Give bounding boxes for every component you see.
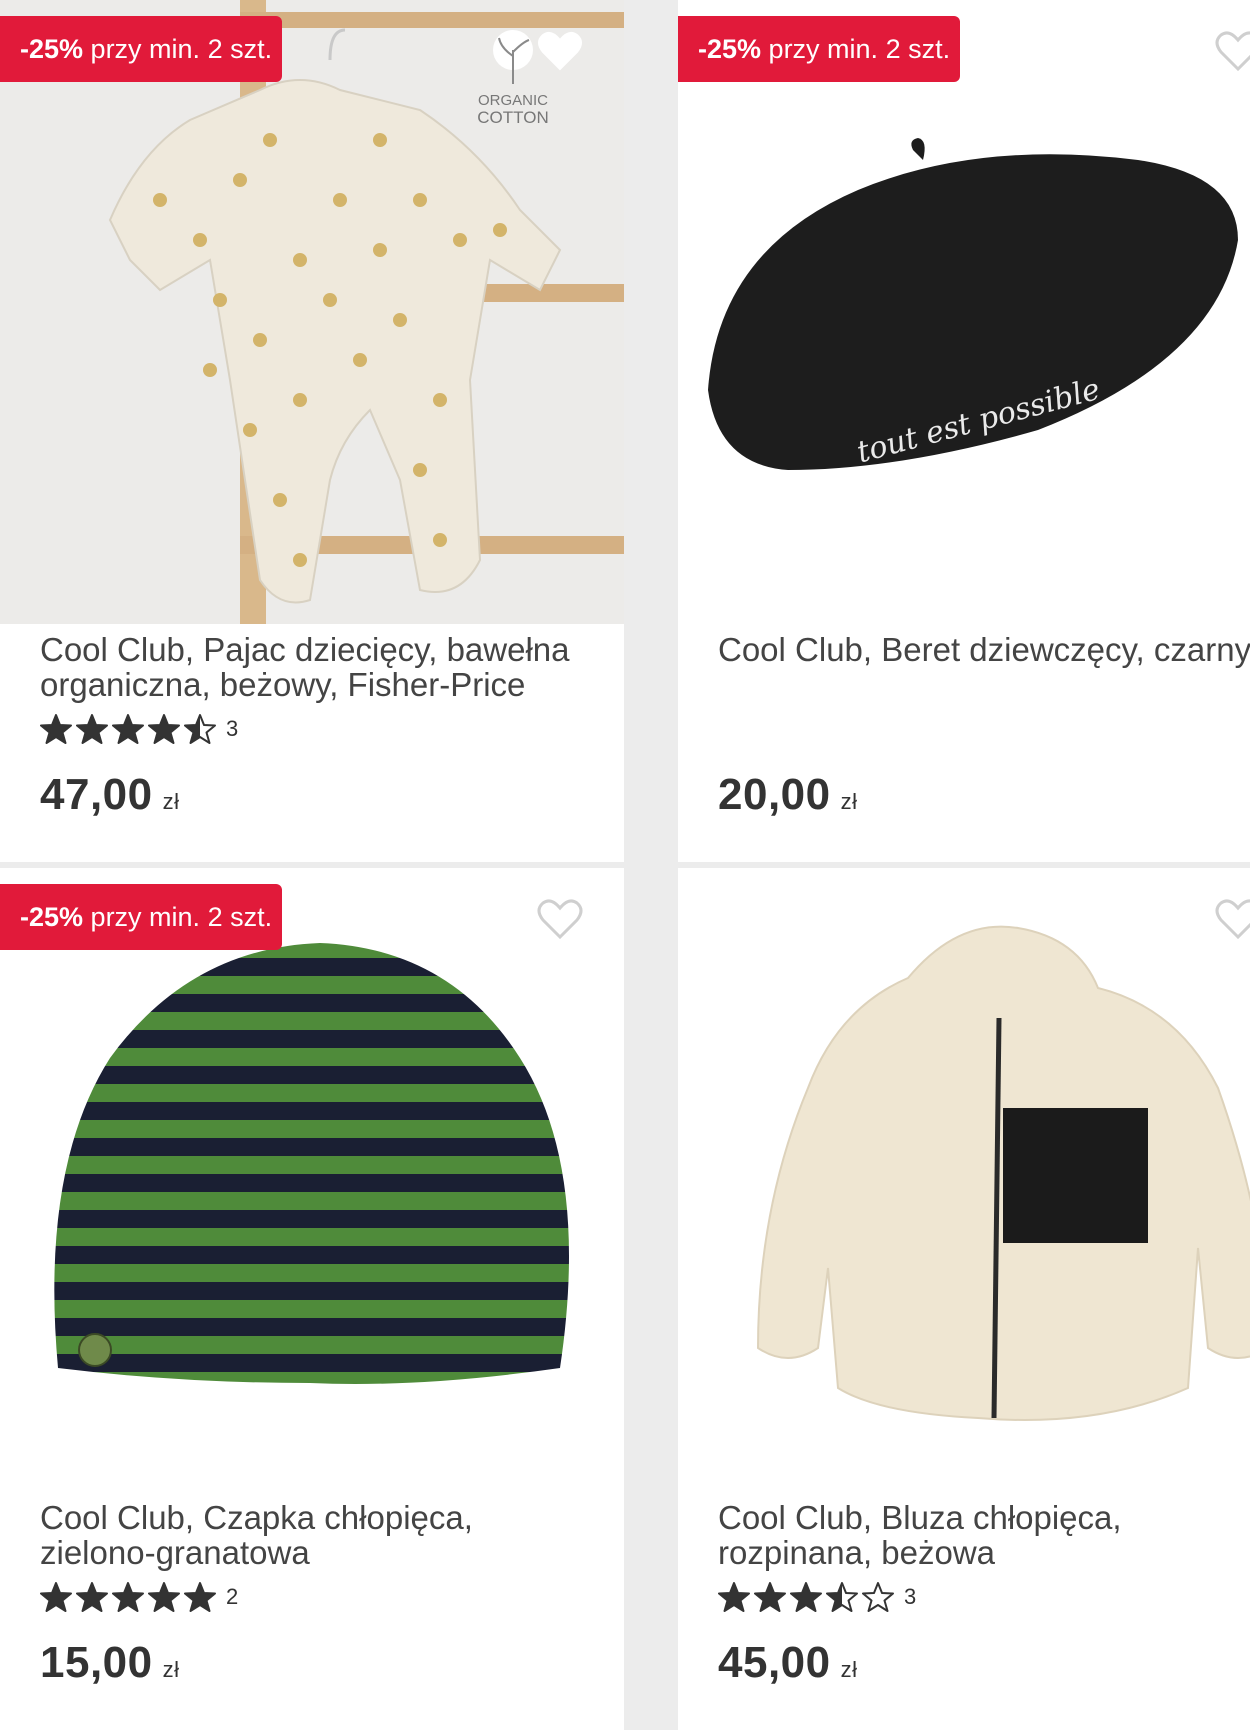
product-card-romper[interactable]: -25% przy min. 2 szt. ORGANIC COTTON Coo… [0,0,624,862]
discount-badge: -25% przy min. 2 szt. [0,884,282,950]
product-price: 47,00 zł [40,770,180,820]
price-value: 47,00 [40,770,153,819]
price-currency: zł [162,789,180,814]
star-icon [76,714,108,744]
star-icon [790,1582,822,1612]
star-icon [148,1582,180,1612]
price-currency: zł [162,1657,180,1682]
star-icon [862,1582,894,1612]
product-rating: 2 [40,1580,238,1614]
discount-value: -25% [20,902,84,932]
discount-value: -25% [20,34,84,64]
price-value: 45,00 [718,1638,831,1687]
rating-count: 3 [226,716,239,741]
product-title[interactable]: Cool Club, Czapka chłopięca, zielono-gra… [40,1500,610,1570]
organic-label-line1: ORGANIC [477,92,548,109]
discount-condition: przy min. 2 szt. [768,34,951,64]
star-icon [184,714,216,744]
star-icon [754,1582,786,1612]
product-image-striped-hat[interactable] [0,868,624,1492]
product-card-fleece[interactable]: Cool Club, Bluza chłopięca, rozpinana, b… [678,868,1250,1730]
product-rating: 3 [718,1580,916,1614]
discount-badge: -25% przy min. 2 szt. [678,16,960,82]
product-card-striped-hat[interactable]: -25% przy min. 2 szt. Cool Club, Czapka … [0,868,624,1730]
rating-count: 3 [904,1584,917,1609]
product-image-beret[interactable]: tout est possible [678,0,1250,624]
rating-count: 2 [226,1584,239,1609]
discount-condition: przy min. 2 szt. [90,902,273,932]
discount-badge: -25% przy min. 2 szt. [0,16,282,82]
star-icon [148,714,180,744]
wishlist-heart-icon[interactable] [1215,898,1250,940]
star-icon [76,1582,108,1612]
product-card-beret[interactable]: tout est possible -25% przy min. 2 szt. … [678,0,1250,862]
price-currency: zł [840,1657,858,1682]
product-title[interactable]: Cool Club, Beret dziewczęcy, czarny [718,632,1250,667]
product-rating: 3 [40,712,238,746]
wishlist-heart-icon[interactable] [1215,30,1250,72]
price-value: 20,00 [718,770,831,819]
product-image-fleece[interactable] [678,868,1250,1492]
star-icon [718,1582,750,1612]
product-title[interactable]: Cool Club, Pajac dziecięcy, bawełna orga… [40,632,610,702]
price-currency: zł [840,789,858,814]
product-title[interactable]: Cool Club, Bluza chłopięca, rozpinana, b… [718,1500,1250,1570]
star-icon [112,714,144,744]
product-price: 45,00 zł [718,1638,858,1688]
sprout-icon [493,30,533,84]
price-value: 15,00 [40,1638,153,1687]
discount-condition: przy min. 2 szt. [90,34,273,64]
star-icon [40,714,72,744]
discount-value: -25% [698,34,762,64]
star-icon [112,1582,144,1612]
wishlist-heart-icon[interactable] [537,30,583,72]
product-price: 15,00 zł [40,1638,180,1688]
wishlist-heart-icon[interactable] [537,898,583,940]
star-icon [40,1582,72,1612]
star-icon [184,1582,216,1612]
product-price: 20,00 zł [718,770,858,820]
star-icon [826,1582,858,1612]
organic-label-line2: COTTON [477,108,549,127]
